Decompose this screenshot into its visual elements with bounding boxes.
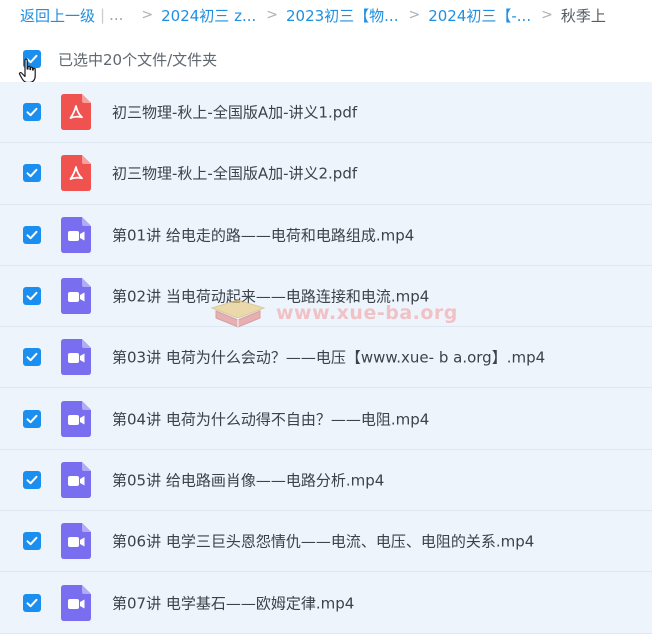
breadcrumb-current: 秋季上 — [560, 6, 606, 25]
file-name[interactable]: 初三物理-秋上-全国版A加-讲义1.pdf — [112, 102, 357, 123]
chevron-right-icon: > — [266, 7, 278, 23]
file-checkbox[interactable] — [23, 409, 41, 428]
video-file-icon — [61, 216, 91, 253]
file-checkbox[interactable] — [23, 470, 41, 489]
video-file-icon — [61, 278, 91, 315]
file-name[interactable]: 第01讲 给电走的路——电荷和电路组成.mp4 — [112, 224, 414, 245]
select-all-bar: 已选中20个文件/文件夹 — [0, 40, 652, 78]
checkmark-icon — [26, 414, 38, 423]
file-row[interactable]: 第07讲 电学基石——欧姆定律.mp4 — [0, 572, 652, 634]
file-name[interactable]: 第02讲 当电荷动起来——电路连接和电流.mp4 — [112, 286, 429, 307]
file-checkbox[interactable] — [23, 225, 41, 244]
video-file-icon — [61, 400, 91, 437]
checkmark-icon — [26, 291, 38, 301]
file-checkbox[interactable] — [23, 348, 41, 367]
checkmark-icon — [26, 598, 38, 607]
checkmark-icon — [26, 169, 38, 178]
file-checkbox[interactable] — [23, 287, 41, 306]
file-checkbox[interactable] — [23, 103, 41, 122]
breadcrumb: 返回上一级 | ... > 2024初三 z... > 2023初三【物... … — [20, 5, 606, 25]
chevron-right-icon: > — [408, 7, 421, 23]
video-file-icon — [61, 584, 91, 621]
file-name[interactable]: 第06讲 电学三巨头恩怨情仇——电流、电压、电阻的关系.mp4 — [112, 531, 534, 552]
file-name[interactable]: 第05讲 给电路画肖像——电路分析.mp4 — [112, 469, 384, 490]
hand-pointer-icon — [18, 58, 36, 84]
file-name[interactable]: 第04讲 电荷为什么动得不自由？——电阻.mp4 — [112, 408, 429, 429]
file-row[interactable]: 第02讲 当电荷动起来——电路连接和电流.mp4 — [0, 265, 652, 328]
checkmark-icon — [26, 107, 38, 117]
file-checkbox[interactable] — [23, 593, 41, 612]
chevron-right-icon: > — [541, 7, 553, 23]
file-name[interactable]: 第03讲 电荷为什么会动？——电压【www.xue- b a.org】.mp4 — [112, 347, 545, 368]
file-row[interactable]: 第06讲 电学三巨头恩怨情仇——电流、电压、电阻的关系.mp4 — [0, 511, 652, 573]
selection-count-label: 已选中20个文件/文件夹 — [58, 50, 218, 69]
pdf-file-icon — [61, 155, 91, 192]
file-row[interactable]: 初三物理-秋上-全国版A加-讲义2.pdf — [0, 143, 652, 205]
checkmark-icon — [26, 353, 38, 362]
file-name[interactable]: 第07讲 电学基石——欧姆定律.mp4 — [112, 592, 354, 613]
file-list: 初三物理-秋上-全国版A加-讲义1.pdf 初三物理-秋上-全国版A加-讲义2.p… — [0, 82, 652, 634]
checkmark-icon — [26, 537, 38, 546]
file-browser: 返回上一级 | ... > 2024初三 z... > 2023初三【物... … — [0, 0, 652, 634]
file-row[interactable]: 第03讲 电荷为什么会动？——电压【www.xue- b a.org】.mp4 — [0, 327, 652, 389]
pdf-file-icon — [61, 94, 91, 131]
file-row[interactable]: 第05讲 给电路画肖像——电路分析.mp4 — [0, 449, 652, 512]
chevron-right-icon: > — [141, 7, 154, 23]
file-name[interactable]: 初三物理-秋上-全国版A加-讲义2.pdf — [112, 163, 357, 184]
breadcrumb-item-3[interactable]: 2024初三【-... — [428, 5, 531, 26]
file-row[interactable]: 第01讲 给电走的路——电荷和电路组成.mp4 — [0, 204, 652, 266]
breadcrumb-item-2[interactable]: 2023初三【物... — [286, 5, 398, 26]
back-link[interactable]: 返回上一级 — [20, 5, 95, 26]
file-row[interactable]: 初三物理-秋上-全国版A加-讲义1.pdf — [0, 82, 652, 144]
file-row[interactable]: 第04讲 电荷为什么动得不自由？——电阻.mp4 — [0, 388, 652, 450]
file-checkbox[interactable] — [23, 532, 41, 551]
file-checkbox[interactable] — [23, 164, 41, 183]
checkmark-icon — [26, 230, 38, 239]
video-file-icon — [61, 461, 91, 498]
video-file-icon — [61, 523, 91, 560]
breadcrumb-item-1[interactable]: 2024初三 z... — [161, 5, 256, 26]
breadcrumb-separator: | — [100, 6, 106, 24]
checkmark-icon — [26, 475, 38, 485]
breadcrumb-ellipsis[interactable]: ... — [109, 6, 123, 24]
video-file-icon — [61, 339, 91, 376]
